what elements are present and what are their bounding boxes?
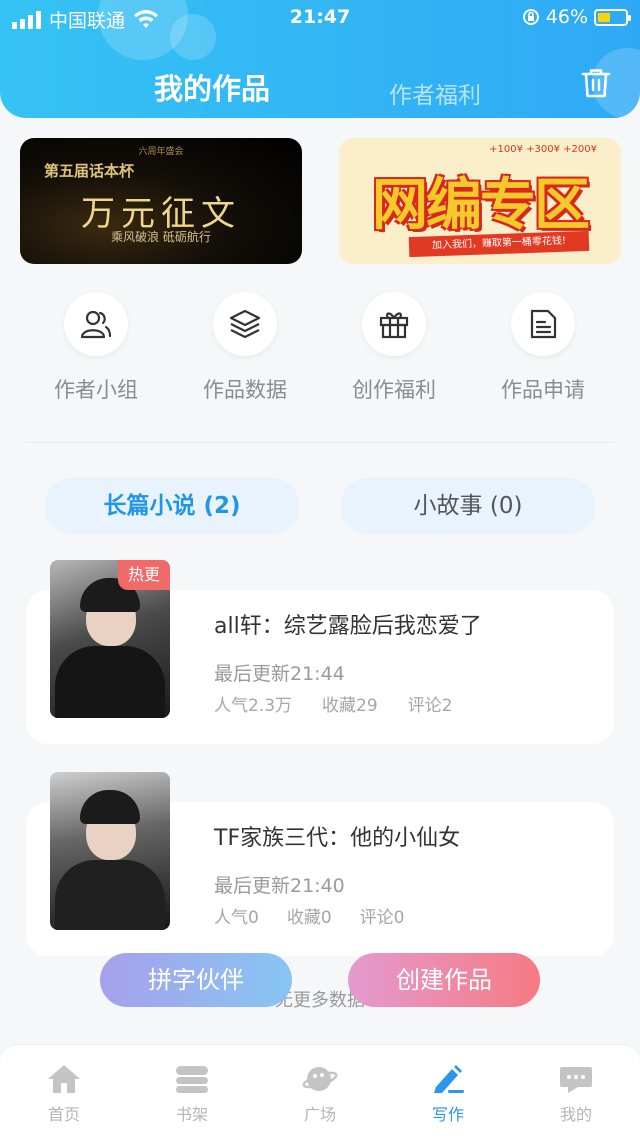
author-group-icon — [80, 310, 112, 339]
work-title[interactable]: TF家族三代：他的小仙女 — [214, 820, 460, 852]
section-divider — [26, 442, 614, 443]
work-title[interactable]: all轩：综艺露脸后我恋爱了 — [214, 608, 482, 640]
quick-label: 作者小组 — [54, 378, 138, 402]
banner-subtitle: 第五届话本杯 — [44, 162, 135, 180]
battery-icon — [594, 8, 631, 26]
banner-essay-contest[interactable]: 六周年盛会 第五届话本杯 万元征文 乘风破浪 砥砺航行 — [20, 138, 302, 264]
quick-work-data[interactable]: 作品数据 — [190, 292, 300, 404]
work-updated: 最后更新21:44 — [214, 663, 345, 685]
quick-author-group[interactable]: 作者小组 — [41, 292, 151, 404]
tab-label: 写作 — [431, 1105, 464, 1124]
quick-work-application[interactable]: 作品申请 — [488, 292, 598, 404]
pen-icon — [434, 1065, 464, 1093]
chat-icon — [560, 1067, 592, 1093]
battery-percent: 46% — [545, 6, 588, 28]
segment-novels[interactable]: 长篇小说 (2) — [44, 478, 300, 534]
work-stats: 人气2.3万 收藏29 评论2 — [214, 691, 453, 716]
bookshelf-icon — [176, 1066, 208, 1093]
trash-icon[interactable] — [580, 66, 612, 100]
banner-web-editor-zone[interactable]: +100¥ +300¥ +200¥ 网编专区 加入我们，赚取第一桶零花钱! — [339, 138, 621, 264]
tab-me[interactable]: 我的 — [536, 1063, 616, 1125]
work-favorites: 收藏0 — [286, 908, 332, 928]
tab-author-benefits[interactable]: 作者福利 — [389, 76, 481, 110]
rotation-lock-icon — [522, 9, 539, 25]
header-bar: 中国联通 21:47 46% 我的作品 作者福利 — [0, 0, 640, 118]
work-comments: 评论0 — [359, 908, 405, 928]
planet-icon — [302, 1067, 338, 1091]
work-updated: 最后更新21:40 — [214, 875, 345, 897]
bottom-tab-bar: 首页 书架 广场 写作 我的 — [0, 1044, 640, 1139]
tab-label: 书架 — [175, 1105, 208, 1124]
quick-label: 作品申请 — [501, 378, 585, 402]
work-cover-image[interactable] — [50, 772, 170, 930]
segment-stories[interactable]: 小故事 (0) — [340, 478, 596, 534]
tab-home[interactable]: 首页 — [24, 1063, 104, 1125]
tab-label: 广场 — [303, 1105, 336, 1124]
work-popularity: 人气2.3万 — [214, 696, 293, 716]
document-icon — [530, 309, 557, 339]
work-favorites: 收藏29 — [322, 696, 378, 716]
work-comments: 评论2 — [407, 696, 453, 716]
banner-slogan: 乘风破浪 砥砺航行 — [111, 230, 211, 244]
banner-small-text: 六周年盛会 — [138, 147, 184, 157]
tab-label: 我的 — [559, 1105, 592, 1124]
banner-coins: +100¥ +300¥ +200¥ — [489, 144, 597, 155]
tab-bookshelf[interactable]: 书架 — [152, 1063, 232, 1125]
tab-my-works[interactable]: 我的作品 — [154, 66, 270, 108]
work-stats: 人气0 收藏0 评论0 — [214, 903, 404, 928]
quick-label: 创作福利 — [352, 378, 436, 402]
status-bar: 中国联通 21:47 46% — [0, 0, 640, 36]
quick-creation-benefits[interactable]: 创作福利 — [339, 292, 449, 404]
no-more-data: 无更多数据 — [275, 990, 365, 1011]
tab-write[interactable]: 写作 — [408, 1063, 488, 1125]
quick-label: 作品数据 — [203, 378, 287, 402]
word-partner-button[interactable]: 拼字伙伴 — [100, 953, 292, 1007]
work-popularity: 人气0 — [214, 908, 259, 928]
home-icon — [48, 1065, 80, 1093]
tab-label: 首页 — [47, 1105, 80, 1124]
gift-icon — [379, 312, 409, 339]
tab-square[interactable]: 广场 — [280, 1063, 360, 1125]
hot-badge: 热更 — [118, 560, 170, 590]
create-work-button[interactable]: 创建作品 — [348, 953, 540, 1007]
layers-icon — [229, 309, 261, 339]
banner-title: 网编专区 — [372, 173, 590, 238]
